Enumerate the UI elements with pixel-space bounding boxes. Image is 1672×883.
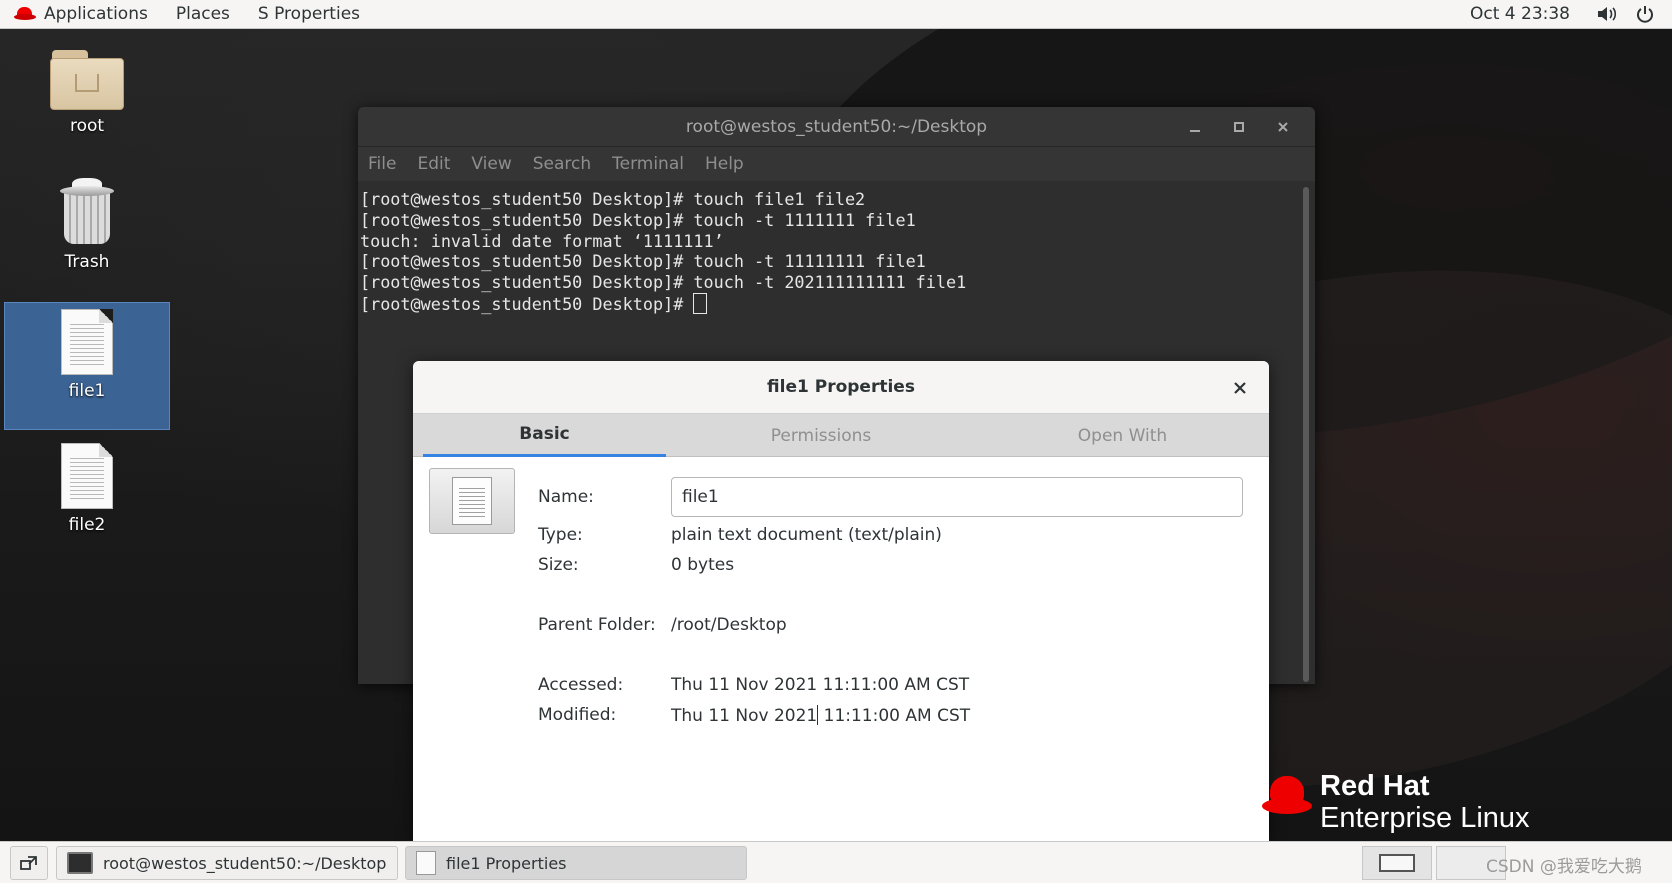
- modified-label: Modified:: [538, 705, 617, 725]
- menu-terminal[interactable]: Terminal: [612, 154, 684, 174]
- workspace-window-thumbnail: [1379, 854, 1415, 872]
- menu-view[interactable]: View: [471, 154, 511, 174]
- redhat-icon: [14, 7, 36, 21]
- close-icon: [1278, 122, 1288, 132]
- taskbar: root@westos_student50:~/Desktop file1 Pr…: [0, 841, 1672, 883]
- name-label: Name:: [538, 487, 594, 507]
- top-bar: Applications Places S Properties Oct 4 2…: [0, 0, 1672, 29]
- minimize-icon: [1190, 130, 1200, 132]
- desktop-icon-trash[interactable]: Trash: [4, 172, 170, 300]
- modified-value: Thu 11 Nov 2021 11:11:00 AM CST: [671, 705, 970, 726]
- power-icon[interactable]: [1634, 3, 1656, 25]
- tab-bar: Basic Permissions Open With: [413, 414, 1269, 457]
- maximize-button[interactable]: [1217, 107, 1261, 147]
- tab-open-with[interactable]: Open With: [976, 414, 1269, 457]
- parent-folder-label: Parent Folder:: [538, 615, 656, 635]
- terminal-scrollbar[interactable]: [1303, 187, 1309, 682]
- dialog-title: file1 Properties: [767, 377, 915, 397]
- menu-help[interactable]: Help: [705, 154, 744, 174]
- menu-edit[interactable]: Edit: [417, 154, 450, 174]
- type-value: plain text document (text/plain): [671, 525, 942, 545]
- show-desktop-button[interactable]: [10, 846, 48, 880]
- terminal-titlebar[interactable]: root@westos_student50:~/Desktop: [358, 107, 1315, 147]
- desktop-icon-label: file1: [68, 381, 106, 401]
- tab-basic[interactable]: Basic: [423, 414, 666, 457]
- terminal-menubar: File Edit View Search Terminal Help: [358, 147, 1315, 181]
- type-label: Type:: [538, 525, 583, 545]
- modified-time: 11:11:00 AM CST: [818, 706, 971, 726]
- terminal-prompt-line: [root@westos_student50 Desktop]#: [360, 292, 1315, 315]
- applications-menu[interactable]: Applications: [0, 0, 162, 29]
- taskbar-item-label: file1 Properties: [446, 853, 567, 873]
- properties-titlebar[interactable]: file1 Properties: [413, 361, 1269, 414]
- desktop-icon-root[interactable]: root: [4, 40, 170, 168]
- size-value: 0 bytes: [671, 555, 735, 575]
- terminal-title: root@westos_student50:~/Desktop: [685, 116, 988, 137]
- logo-line-2: Enterprise Linux: [1320, 802, 1530, 834]
- tab-permissions[interactable]: Permissions: [666, 414, 976, 457]
- app-menu[interactable]: S Properties: [244, 0, 374, 29]
- terminal-line: [root@westos_student50 Desktop]# touch -…: [360, 251, 926, 272]
- redhat-hat-icon: [1262, 776, 1312, 816]
- modified-date: Thu 11 Nov 2021: [671, 706, 818, 726]
- desktop-icon-file2[interactable]: file2: [4, 437, 170, 565]
- workspace-1[interactable]: [1362, 846, 1432, 880]
- volume-icon[interactable]: [1596, 3, 1618, 25]
- document-icon: [416, 851, 436, 875]
- watermark: CSDN @我爱吃大鹅: [1486, 857, 1642, 877]
- trash-icon: [58, 178, 116, 246]
- properties-dialog[interactable]: file1 Properties Basic Permissions Open …: [413, 361, 1269, 841]
- desktop-icon-label: Trash: [64, 252, 110, 272]
- text-file-icon: [61, 443, 113, 509]
- terminal-prompt: [root@westos_student50 Desktop]#: [360, 293, 694, 314]
- accessed-label: Accessed:: [538, 675, 624, 695]
- terminal-line: [root@westos_student50 Desktop]# touch f…: [360, 189, 866, 209]
- desktop-icon-label: root: [69, 116, 105, 136]
- menu-search[interactable]: Search: [533, 154, 591, 174]
- close-button[interactable]: [1261, 107, 1305, 147]
- maximize-icon: [1234, 122, 1244, 132]
- name-field[interactable]: [671, 477, 1243, 517]
- parent-folder-value: /root/Desktop: [671, 615, 787, 635]
- file-icon-button[interactable]: [429, 468, 515, 534]
- taskbar-item-properties[interactable]: file1 Properties: [405, 846, 747, 880]
- menu-file[interactable]: File: [368, 154, 396, 174]
- places-label: Places: [175, 4, 230, 24]
- desktop-icon-file1[interactable]: file1: [4, 302, 170, 430]
- text-file-icon: [452, 477, 492, 525]
- clock[interactable]: Oct 4 23:38: [1470, 4, 1596, 24]
- close-icon: [1234, 381, 1246, 394]
- size-label: Size:: [538, 555, 579, 575]
- accessed-value: Thu 11 Nov 2021 11:11:00 AM CST: [671, 675, 970, 695]
- text-file-icon: [61, 309, 113, 375]
- terminal-line: [root@westos_student50 Desktop]# touch -…: [360, 272, 967, 293]
- taskbar-item-label: root@westos_student50:~/Desktop: [103, 853, 387, 873]
- logo-line-1: Red Hat: [1320, 770, 1430, 802]
- terminal-icon: [67, 852, 93, 874]
- close-button[interactable]: [1225, 361, 1255, 414]
- taskbar-item-terminal[interactable]: root@westos_student50:~/Desktop: [56, 846, 398, 880]
- show-desktop-icon: [20, 856, 37, 870]
- places-menu[interactable]: Places: [162, 0, 244, 29]
- applications-label: Applications: [44, 4, 148, 24]
- basic-tab-content: Name: Type: plain text document (text/pl…: [413, 457, 1269, 841]
- terminal-line: [root@westos_student50 Desktop]# touch -…: [360, 209, 916, 230]
- minimize-button[interactable]: [1173, 107, 1217, 147]
- app-menu-label: S Properties: [257, 4, 361, 24]
- terminal-cursor: [693, 292, 708, 314]
- home-folder-icon: [50, 46, 124, 110]
- terminal-line: touch: invalid date format ‘1111111’: [360, 230, 724, 251]
- desktop-icon-label: file2: [68, 515, 106, 535]
